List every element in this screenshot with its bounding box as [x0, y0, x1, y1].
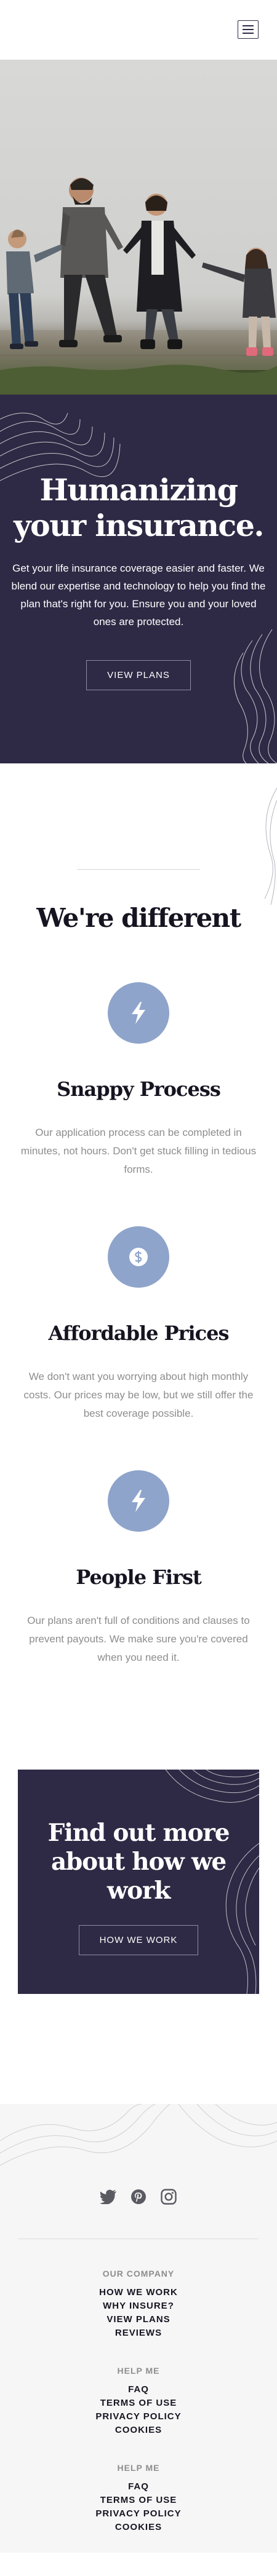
feature-people-first: People First Our plans aren't full of co… [0, 1470, 277, 1667]
footer-link-view-plans[interactable]: View plans [0, 2313, 277, 2326]
footer-link-cookies[interactable]: Cookies [0, 2521, 277, 2534]
footer-group-our-company: Our company How we work Why Insure? View… [0, 2269, 277, 2340]
company-logo[interactable] [18, 18, 43, 43]
feature-title: People First [76, 1566, 201, 1589]
family-walking-illustration [0, 178, 277, 395]
footer-group-heading: Help me [117, 2366, 160, 2376]
feature-snappy-process: Snappy Process Our application process c… [0, 982, 277, 1179]
feature-affordable-prices: Affordable Prices We don't want you worr… [0, 1226, 277, 1423]
hamburger-menu-button[interactable] [238, 20, 259, 39]
footer-link-faq[interactable]: FAQ [0, 2480, 277, 2494]
features-section: We're different Snappy Process Our appli… [0, 763, 277, 1667]
footer-link-faq[interactable]: FAQ [0, 2383, 277, 2397]
feature-title: Snappy Process [57, 1077, 221, 1101]
pinterest-icon[interactable] [129, 2188, 148, 2206]
feature-icon-circle [108, 1226, 169, 1288]
feature-text: Our plans aren't full of conditions and … [27, 1615, 250, 1663]
instagram-icon[interactable] [159, 2188, 178, 2206]
site-header [0, 0, 277, 60]
footer-link-why-insure[interactable]: Why Insure? [0, 2299, 277, 2313]
footer-link-privacy-policy[interactable]: Privacy policy [0, 2507, 277, 2521]
footer-group-help-me-2: Help me FAQ Terms of use Privacy policy … [0, 2463, 277, 2553]
cta-title: Find out more about how we work [47, 1819, 230, 1905]
footer-link-cookies[interactable]: Cookies [0, 2424, 277, 2437]
footer-group-help-me: Help me FAQ Terms of use Privacy policy … [0, 2366, 277, 2437]
view-plans-button[interactable]: View plans [86, 660, 191, 690]
hero-photo [0, 60, 277, 395]
hamburger-icon [243, 25, 254, 26]
footer-group-heading: Our company [102, 2269, 175, 2279]
social-links [0, 2104, 277, 2206]
lightning-icon [132, 1490, 145, 1512]
dollar-coin-icon [129, 1248, 148, 1266]
footer-link-terms-of-use[interactable]: Terms of use [0, 2494, 277, 2507]
feature-text: We don't want you worrying about high mo… [23, 1371, 254, 1419]
lightning-icon [132, 1002, 145, 1024]
feature-title: Affordable Prices [48, 1321, 229, 1345]
intro-description: Get your life insurance coverage easier … [11, 562, 266, 628]
topographic-edge-decoration [264, 787, 277, 905]
intro-title: Humanizing your insurance. [14, 472, 264, 543]
section-divider [77, 869, 200, 870]
intro-section: Humanizing your insurance. Get your life… [0, 395, 277, 763]
feature-text: Our application process can be completed… [20, 1127, 257, 1175]
cta-panel: Find out more about how we work How we w… [18, 1770, 259, 1994]
features-heading: We're different [36, 903, 241, 933]
how-we-work-button[interactable]: How we work [78, 1925, 199, 1955]
footer-group-heading: Help me [117, 2463, 160, 2473]
site-footer: Our company How we work Why Insure? View… [0, 2104, 277, 2553]
footer-link-reviews[interactable]: Reviews [0, 2326, 277, 2340]
feature-icon-circle [108, 1470, 169, 1532]
footer-link-terms-of-use[interactable]: Terms of use [0, 2397, 277, 2410]
feature-icon-circle [108, 982, 169, 1044]
footer-link-privacy-policy[interactable]: Privacy policy [0, 2410, 277, 2424]
twitter-icon[interactable] [99, 2188, 118, 2206]
footer-link-how-we-work[interactable]: How we work [0, 2286, 277, 2299]
